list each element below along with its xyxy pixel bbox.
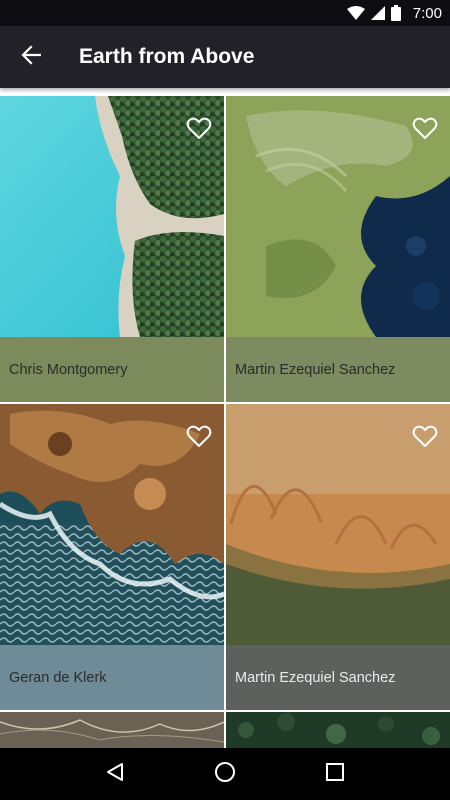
- author-name: Martin Ezequiel Sanchez: [235, 669, 396, 686]
- app-bar: Earth from Above: [0, 26, 450, 88]
- recents-square-icon: [326, 762, 344, 786]
- photo-card[interactable]: Martin Ezequiel Sanchez: [226, 404, 450, 710]
- battery-icon: [390, 5, 401, 21]
- photo-caption: Chris Montgomery: [0, 337, 224, 402]
- arrow-back-icon: [21, 44, 42, 70]
- photo-card[interactable]: Chris Montgomery: [0, 96, 224, 402]
- author-name: Martin Ezequiel Sanchez: [235, 361, 396, 378]
- back-button[interactable]: [0, 26, 62, 88]
- heart-outline-icon[interactable]: [186, 424, 212, 448]
- photo-caption: Geran de Klerk: [0, 645, 224, 710]
- status-clock: 7:00: [412, 4, 442, 22]
- nav-recents-button[interactable]: [315, 754, 355, 794]
- heart-outline-icon[interactable]: [412, 116, 438, 140]
- photo-grid[interactable]: Chris Montgomery Martin Ezequiel Sanchez: [0, 96, 450, 748]
- back-triangle-icon: [105, 762, 125, 787]
- author-name: Geran de Klerk: [9, 669, 107, 686]
- photo-card[interactable]: [0, 712, 224, 748]
- photo-card[interactable]: Martin Ezequiel Sanchez: [226, 96, 450, 402]
- photo-caption: Martin Ezequiel Sanchez: [226, 337, 450, 402]
- wifi-icon: [346, 6, 365, 20]
- author-name: Chris Montgomery: [9, 361, 128, 378]
- home-circle-icon: [214, 761, 236, 788]
- photo-card[interactable]: [226, 712, 450, 748]
- cell-signal-icon: [370, 6, 385, 20]
- heart-outline-icon[interactable]: [412, 424, 438, 448]
- nav-home-button[interactable]: [205, 754, 245, 794]
- photo-image[interactable]: [226, 712, 450, 748]
- photo-card[interactable]: Geran de Klerk: [0, 404, 224, 710]
- photo-caption: Martin Ezequiel Sanchez: [226, 645, 450, 710]
- status-bar: 7:00: [0, 0, 450, 26]
- heart-outline-icon[interactable]: [186, 116, 212, 140]
- nav-back-button[interactable]: [95, 754, 135, 794]
- photo-image[interactable]: [0, 712, 224, 748]
- system-nav-bar: [0, 748, 450, 800]
- page-title: Earth from Above: [79, 45, 255, 68]
